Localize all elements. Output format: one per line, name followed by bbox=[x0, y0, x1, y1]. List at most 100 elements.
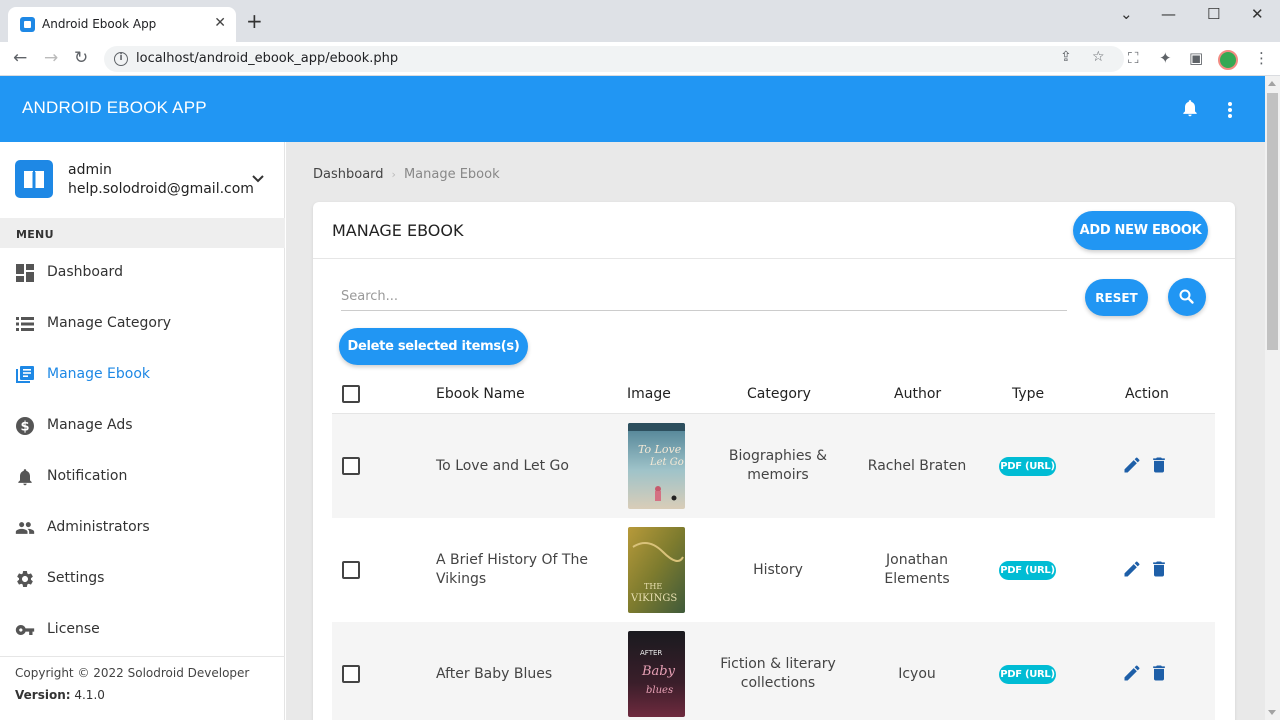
sidebar-item-label: Settings bbox=[47, 570, 105, 586]
delete-trash-icon[interactable] bbox=[1149, 455, 1169, 475]
table-row: A Brief History Of The Vikings THE VIKING… bbox=[332, 518, 1215, 622]
sidebar-item-license[interactable]: License bbox=[0, 605, 285, 656]
column-header-author: Author bbox=[894, 386, 942, 402]
search-button[interactable] bbox=[1168, 278, 1206, 316]
scroll-up-arrow-icon[interactable] bbox=[1268, 81, 1276, 86]
svg-text:AFTER: AFTER bbox=[640, 649, 662, 657]
table-row: After Baby Blues AFTER Baby blues Fictio… bbox=[332, 622, 1215, 720]
manage-ebook-card: MANAGE EBOOK ADD NEW EBOOK RESET Delete … bbox=[313, 202, 1235, 720]
extensions-icon[interactable]: ✦ bbox=[1159, 49, 1172, 67]
row-checkbox[interactable] bbox=[342, 665, 360, 683]
app-menu-kebab-icon[interactable] bbox=[1222, 98, 1238, 120]
url-text[interactable]: localhost/android_ebook_app/ebook.php bbox=[136, 51, 398, 66]
ebook-category: Fiction & literary collections bbox=[720, 656, 836, 691]
version-label: Version: bbox=[15, 688, 71, 702]
share-icon[interactable]: ⇪ bbox=[1060, 49, 1072, 65]
svg-text:blues: blues bbox=[646, 685, 673, 696]
ebook-author: Jonathan Elements bbox=[884, 552, 950, 587]
ebook-cover-image[interactable]: THE VIKINGS bbox=[628, 527, 685, 613]
list-icon bbox=[16, 317, 34, 331]
column-header-image: Image bbox=[627, 386, 671, 402]
svg-text:Let Go: Let Go bbox=[649, 457, 684, 468]
notification-bell-icon[interactable] bbox=[1180, 97, 1200, 119]
people-icon bbox=[15, 522, 35, 534]
book-list-icon bbox=[16, 366, 34, 383]
card-divider bbox=[313, 258, 1235, 259]
site-info-icon[interactable]: i bbox=[114, 52, 128, 66]
row-checkbox[interactable] bbox=[342, 457, 360, 475]
ebook-cover-image[interactable]: AFTER Baby blues bbox=[628, 631, 685, 717]
type-badge: PDF (URL) bbox=[999, 561, 1056, 580]
side-panel-icon[interactable]: ▣ bbox=[1189, 49, 1203, 67]
page-scrollbar[interactable] bbox=[1265, 76, 1280, 720]
forward-icon[interactable]: → bbox=[44, 48, 58, 68]
tab-close-icon[interactable]: ✕ bbox=[214, 15, 226, 31]
main-content: Dashboard › Manage Ebook MANAGE EBOOK ADD … bbox=[286, 142, 1265, 720]
new-tab-icon[interactable]: + bbox=[246, 11, 263, 31]
select-all-checkbox[interactable] bbox=[342, 385, 360, 403]
delete-selected-button[interactable]: Delete selected items(s) bbox=[339, 328, 528, 365]
back-icon[interactable]: ← bbox=[13, 48, 27, 68]
reload-icon[interactable]: ↻ bbox=[74, 48, 88, 68]
svg-text:THE: THE bbox=[644, 582, 662, 591]
minimize-icon[interactable]: — bbox=[1161, 5, 1176, 23]
svg-text:VIKINGS: VIKINGS bbox=[630, 593, 677, 604]
screenshot-icon[interactable]: ⛶ bbox=[1128, 49, 1139, 67]
bell-icon bbox=[18, 469, 32, 486]
sidebar-item-label: Manage Ebook bbox=[47, 366, 151, 382]
browser-tab[interactable]: Android Ebook App ✕ bbox=[8, 7, 236, 42]
search-input[interactable] bbox=[341, 283, 1067, 311]
sidebar-item-notification[interactable]: Notification bbox=[0, 452, 285, 503]
reset-button[interactable]: RESET bbox=[1085, 279, 1148, 316]
window-close-icon[interactable]: ✕ bbox=[1251, 5, 1264, 23]
delete-trash-icon[interactable] bbox=[1149, 663, 1169, 683]
copyright-text: Copyright © 2022 Solodroid Developer bbox=[15, 666, 250, 680]
bookmark-star-icon[interactable]: ☆ bbox=[1092, 49, 1105, 65]
profile-avatar[interactable] bbox=[1218, 50, 1238, 70]
version-value: 4.1.0 bbox=[74, 688, 105, 702]
menu-header: MENU bbox=[0, 218, 285, 248]
address-bar[interactable]: i localhost/android_ebook_app/ebook.php … bbox=[104, 46, 1124, 72]
maximize-icon[interactable]: ☐ bbox=[1207, 5, 1220, 23]
breadcrumb-dashboard-link[interactable]: Dashboard bbox=[313, 167, 384, 182]
sidebar-item-manage-ebook[interactable]: Manage Ebook bbox=[0, 350, 285, 401]
key-icon bbox=[15, 625, 35, 635]
user-name: admin bbox=[68, 162, 112, 178]
browser-toolbar: ← → ↻ i localhost/android_ebook_app/eboo… bbox=[0, 42, 1280, 76]
user-info: admin help.solodroid@gmail.com bbox=[0, 142, 285, 218]
user-avatar bbox=[15, 160, 53, 198]
browser-tabstrip: Android Ebook App ✕ + ⌄ — ☐ ✕ bbox=[0, 0, 1280, 42]
ebook-cover-image[interactable]: To Love Let Go bbox=[628, 423, 685, 509]
sidebar-item-settings[interactable]: Settings bbox=[0, 554, 285, 605]
svg-text:$: $ bbox=[20, 420, 29, 435]
edit-pencil-icon[interactable] bbox=[1122, 663, 1142, 683]
dollar-icon: $ bbox=[16, 417, 34, 435]
table-header: Ebook Name Image Category Author Type Ac… bbox=[332, 374, 1215, 414]
sidebar-item-manage-category[interactable]: Manage Category bbox=[0, 299, 285, 350]
delete-trash-icon[interactable] bbox=[1149, 559, 1169, 579]
sidebar-item-manage-ads[interactable]: $ Manage Ads bbox=[0, 401, 285, 452]
add-new-ebook-button[interactable]: ADD NEW EBOOK bbox=[1073, 211, 1208, 250]
browser-menu-icon[interactable]: ⋮ bbox=[1254, 49, 1269, 67]
scroll-down-arrow-icon[interactable] bbox=[1268, 710, 1276, 715]
open-book-icon bbox=[24, 171, 44, 188]
tab-search-chevron-icon[interactable]: ⌄ bbox=[1120, 5, 1133, 23]
app-favicon-icon bbox=[20, 17, 35, 32]
column-header-ebook-name: Ebook Name bbox=[436, 386, 525, 402]
type-badge: PDF (URL) bbox=[999, 665, 1056, 684]
edit-pencil-icon[interactable] bbox=[1122, 455, 1142, 475]
svg-text:To Love: To Love bbox=[638, 443, 682, 456]
sidebar-item-administrators[interactable]: Administrators bbox=[0, 503, 285, 554]
scrollbar-thumb[interactable] bbox=[1267, 93, 1278, 350]
sidebar-item-dashboard[interactable]: Dashboard bbox=[0, 248, 285, 299]
dashboard-icon bbox=[16, 264, 34, 282]
type-badge: PDF (URL) bbox=[999, 457, 1056, 476]
search-icon bbox=[1179, 289, 1194, 304]
ebook-author: Rachel Braten bbox=[867, 458, 967, 474]
row-checkbox[interactable] bbox=[342, 561, 360, 579]
edit-pencil-icon[interactable] bbox=[1122, 559, 1142, 579]
user-dropdown-chevron-icon[interactable] bbox=[251, 172, 265, 186]
breadcrumb-separator-icon: › bbox=[391, 168, 396, 181]
app-title: ANDROID EBOOK APP bbox=[22, 98, 207, 117]
sidebar-item-label: Manage Category bbox=[47, 315, 172, 331]
